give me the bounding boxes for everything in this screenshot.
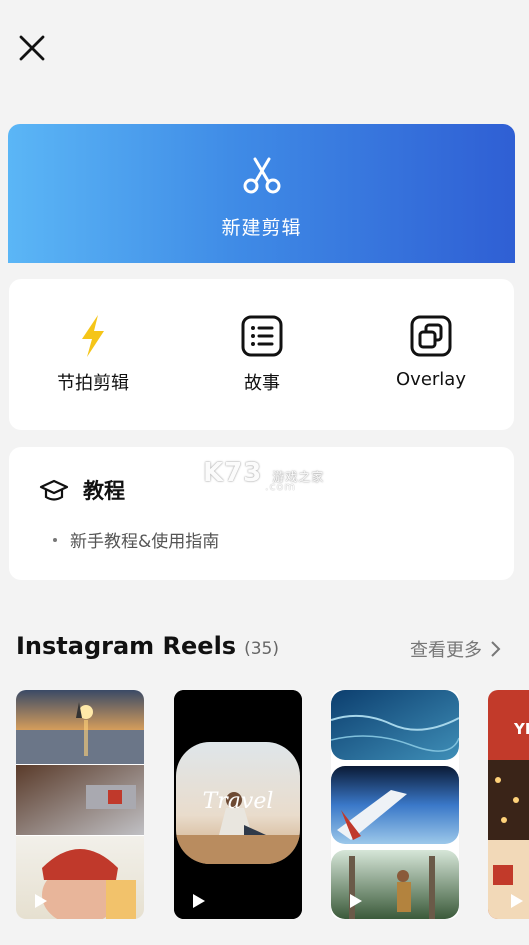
- graduation-cap-icon: [39, 479, 69, 501]
- play-icon: [193, 894, 205, 908]
- close-icon: [19, 35, 45, 61]
- tutorial-title: 教程: [83, 479, 125, 503]
- see-more-label: 查看更多: [410, 640, 482, 661]
- watermark-main: K73: [203, 458, 263, 488]
- play-icon: [35, 894, 47, 908]
- tutorial-guide-label: 新手教程&使用指南: [70, 532, 220, 552]
- new-edit-label: 新建剪辑: [221, 217, 302, 239]
- reel-thumbnail: [331, 690, 459, 919]
- overlay-icon: [410, 315, 452, 357]
- beat-edit-button[interactable]: 节拍剪辑: [13, 313, 173, 403]
- reels-title-text: Instagram Reels: [16, 632, 237, 660]
- new-edit-button[interactable]: 新建剪辑: [8, 124, 515, 263]
- story-label: 故事: [244, 373, 280, 394]
- reel-card-ocean-flight[interactable]: [331, 690, 459, 919]
- scissors-icon: [243, 157, 280, 194]
- story-button[interactable]: 故事: [182, 313, 342, 403]
- play-icon: [350, 894, 362, 908]
- quick-actions-card: 节拍剪辑 故事 Overlay: [9, 279, 514, 430]
- watermark-logo: K73 游戏之家 .com: [203, 458, 324, 493]
- reel-thumbnail: [16, 690, 144, 919]
- list-icon: [241, 315, 283, 357]
- bullet-dot: [53, 537, 57, 542]
- reels-count: (35): [244, 639, 279, 659]
- reel-overlay-travel: Travel: [203, 789, 274, 814]
- close-button[interactable]: [18, 34, 46, 62]
- reel-thumbnail: Travel: [174, 690, 302, 919]
- chevron-right-icon: [491, 641, 501, 657]
- reels-section-title: Instagram Reels (35): [16, 632, 279, 660]
- overlay-label: Overlay: [396, 369, 466, 390]
- tutorial-guide-link[interactable]: 新手教程&使用指南: [53, 527, 219, 552]
- reel-card-christmas[interactable]: YE: [488, 690, 529, 919]
- reel-overlay-ye: YE: [513, 720, 529, 738]
- see-more-link[interactable]: 查看更多: [410, 636, 502, 662]
- overlay-button[interactable]: Overlay: [351, 313, 511, 403]
- reel-card-sunset[interactable]: [16, 690, 144, 919]
- lightning-icon: [82, 315, 104, 357]
- reel-thumbnail: YE: [488, 690, 529, 919]
- beat-edit-label: 节拍剪辑: [57, 373, 129, 394]
- play-icon: [511, 894, 523, 908]
- reel-card-travel[interactable]: Travel: [174, 690, 302, 919]
- tutorial-header: 教程: [39, 475, 125, 505]
